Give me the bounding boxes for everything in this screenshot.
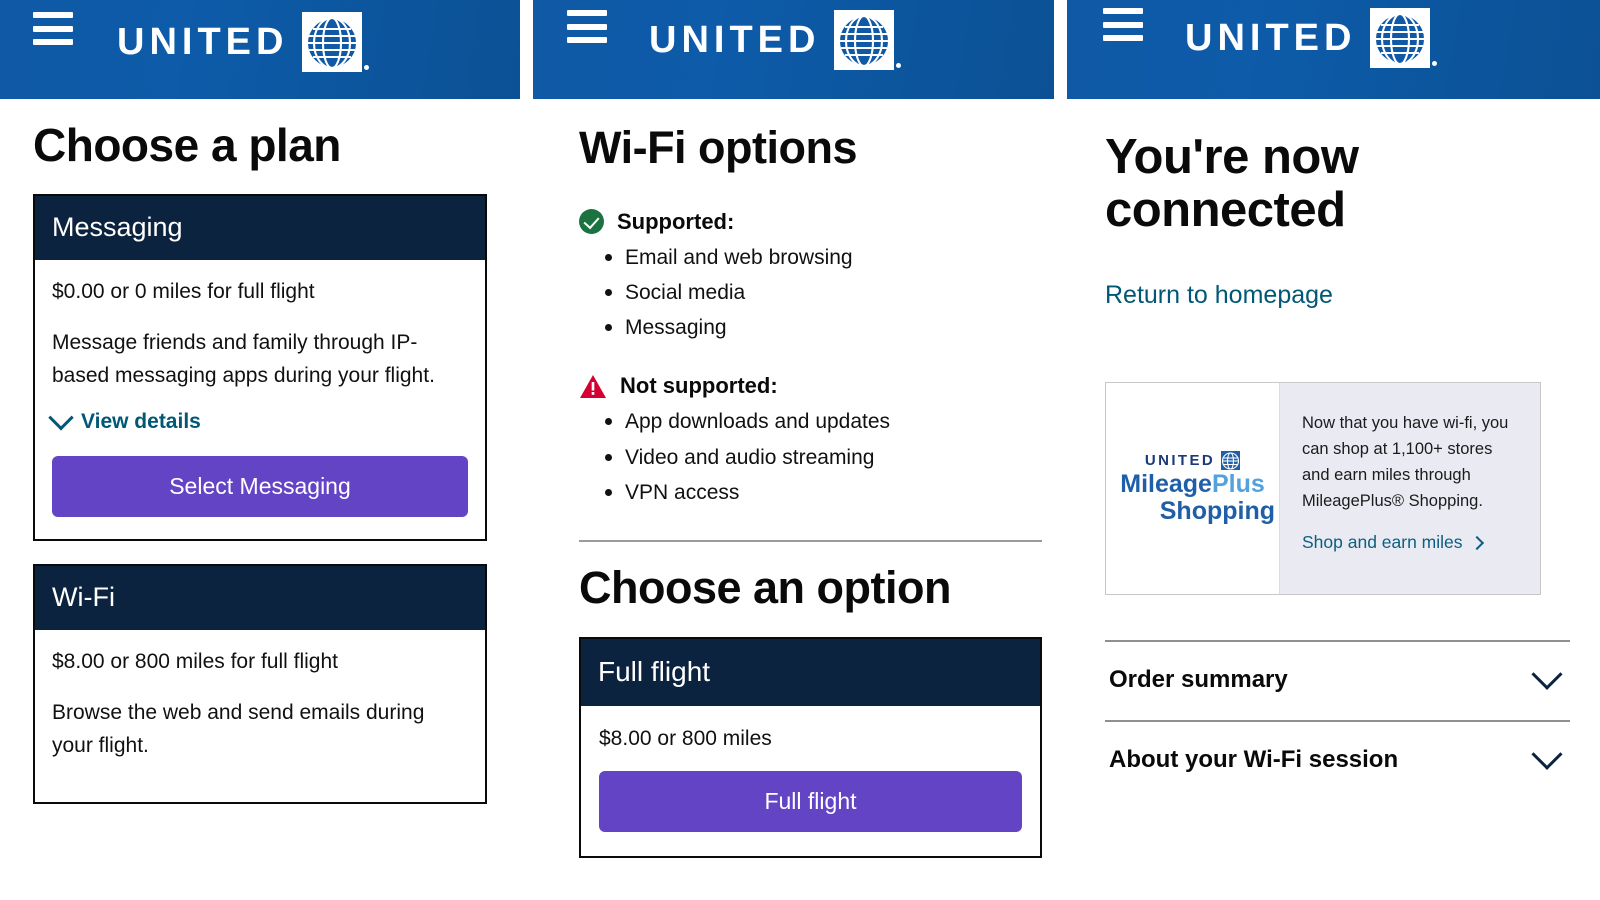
united-header-bar: UNITED	[533, 0, 1054, 99]
mileageplus-shopping-promo[interactable]: UNITED MileagePlus Shopping Now that you…	[1105, 381, 1541, 595]
list-item: Messaging	[603, 310, 1042, 345]
three-panel-screenshot-strip: UNITED Choose a plan Messaging $0.00 or …	[0, 0, 1600, 900]
united-wordmark: UNITED	[117, 21, 289, 63]
full-flight-button[interactable]: Full flight	[599, 771, 1022, 833]
plan-card-wifi: Wi-Fi $8.00 or 800 miles for full flight…	[33, 564, 487, 805]
accordion-order-summary[interactable]: Order summary	[1105, 639, 1570, 720]
not-supported-list: App downloads and updates Video and audi…	[603, 404, 1042, 510]
hamburger-menu-icon[interactable]	[1103, 8, 1143, 41]
shop-and-earn-miles-link[interactable]: Shop and earn miles	[1302, 532, 1522, 553]
chevron-down-icon	[48, 405, 74, 431]
united-globe-icon	[834, 10, 902, 70]
united-logo[interactable]: UNITED	[1185, 8, 1438, 68]
list-item: Social media	[603, 275, 1042, 310]
chevron-down-icon	[1531, 658, 1563, 690]
select-messaging-button[interactable]: Select Messaging	[52, 456, 468, 518]
option-card-full-flight: Full flight $8.00 or 800 miles Full flig…	[579, 636, 1042, 859]
plan-price: $8.00 or 800 miles for full flight	[52, 650, 338, 674]
accordion-label: About your Wi-Fi session	[1109, 745, 1399, 773]
panel-divider	[520, 0, 533, 900]
mileageplus-logo: UNITED MileagePlus Shopping	[1106, 382, 1280, 594]
option-card-title: Full flight	[581, 638, 1040, 706]
united-globe-icon	[302, 12, 370, 72]
mileageplus-wordmark-line2: Shopping	[1159, 497, 1275, 526]
plan-price: $0.00 or 0 miles for full flight	[52, 279, 315, 303]
panel-divider	[1054, 0, 1067, 900]
accordion-label: Order summary	[1109, 665, 1288, 693]
united-logo[interactable]: UNITED	[117, 12, 370, 72]
mileageplus-united-lockup: UNITED	[1144, 451, 1241, 471]
plan-card-title: Messaging	[35, 195, 485, 260]
page-title: You're now connected	[1105, 130, 1359, 237]
accordion-list: Order summary About your Wi-Fi session	[1105, 639, 1570, 800]
not-supported-label: Not supported:	[620, 373, 778, 399]
panel-connected-confirmation: UNITED You're now connected Return to ho…	[1067, 0, 1600, 900]
plan-description: Message friends and family through IP-ba…	[52, 330, 435, 387]
hamburger-menu-icon[interactable]	[33, 12, 73, 45]
supported-list: Email and web browsing Social media Mess…	[603, 240, 1042, 346]
united-header-bar: UNITED	[1067, 0, 1600, 99]
section-divider	[579, 540, 1042, 543]
list-item: VPN access	[603, 475, 1042, 510]
view-details-toggle[interactable]: View details	[48, 405, 468, 434]
chevron-down-icon	[1531, 738, 1563, 770]
panel-wifi-options: UNITED Wi-Fi options Supported: Email an…	[533, 0, 1054, 900]
panel-choose-a-plan: UNITED Choose a plan Messaging $0.00 or …	[0, 0, 520, 900]
supported-section: Supported: Email and web browsing Social…	[579, 209, 1042, 346]
mileageplus-united-text: UNITED	[1144, 452, 1216, 470]
supported-label: Supported:	[617, 208, 735, 234]
united-wordmark: UNITED	[649, 19, 821, 61]
view-details-label: View details	[81, 410, 201, 434]
list-item: App downloads and updates	[603, 404, 1042, 439]
promo-copy: Now that you have wi-fi, you can shop at…	[1302, 413, 1509, 510]
united-logo[interactable]: UNITED	[649, 10, 902, 70]
plan-card-title: Wi-Fi	[35, 566, 485, 631]
united-wordmark: UNITED	[1185, 17, 1357, 59]
option-price: $8.00 or 800 miles	[599, 726, 772, 750]
promo-cta-label: Shop and earn miles	[1302, 532, 1463, 553]
plan-description: Browse the web and send emails during yo…	[52, 701, 425, 757]
choose-option-title: Choose an option	[579, 562, 951, 614]
return-to-homepage-link[interactable]: Return to homepage	[1105, 281, 1333, 310]
united-header-bar: UNITED	[0, 0, 520, 99]
chevron-right-icon	[1469, 535, 1484, 550]
check-circle-icon	[579, 209, 604, 235]
accordion-about-wifi-session[interactable]: About your Wi-Fi session	[1105, 719, 1570, 800]
mileageplus-globe-icon	[1221, 451, 1241, 471]
not-supported-section: Not supported: App downloads and updates…	[579, 373, 1042, 510]
page-title: Wi-Fi options	[579, 122, 858, 173]
supported-heading: Supported:	[579, 209, 1042, 235]
warning-triangle-icon	[579, 374, 607, 399]
list-item: Email and web browsing	[603, 240, 1042, 275]
page-title: Choose a plan	[33, 119, 341, 171]
mileageplus-wordmark-line1: MileagePlus	[1120, 470, 1265, 499]
hamburger-menu-icon[interactable]	[567, 10, 607, 43]
plan-card-messaging: Messaging $0.00 or 0 miles for full flig…	[33, 193, 487, 542]
list-item: Video and audio streaming	[603, 440, 1042, 475]
not-supported-heading: Not supported:	[579, 373, 1042, 399]
united-globe-icon	[1370, 8, 1438, 68]
